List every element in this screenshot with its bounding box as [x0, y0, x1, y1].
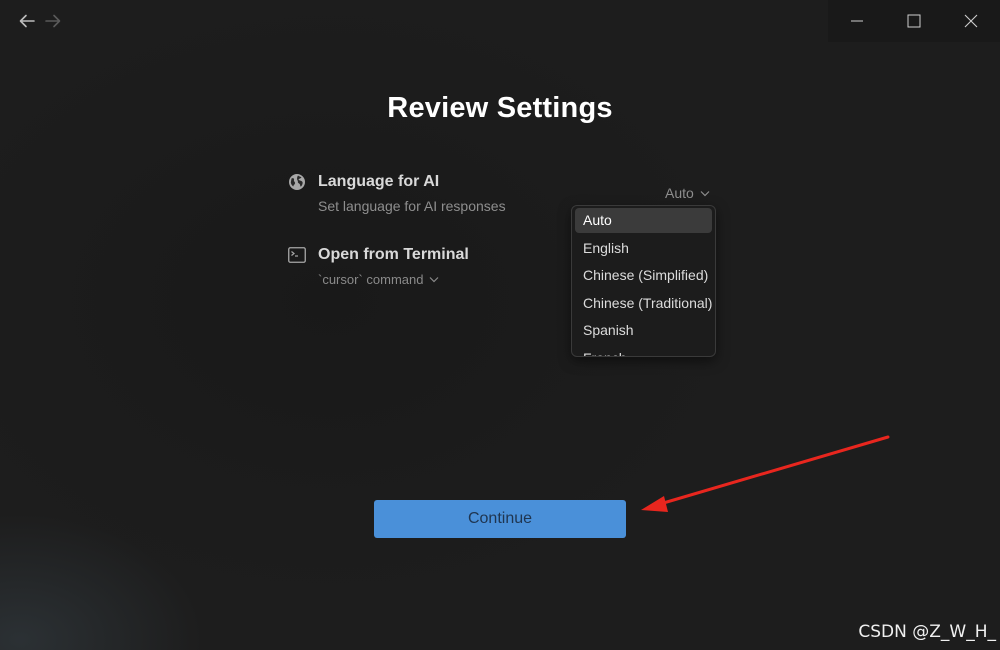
- close-icon: [964, 14, 977, 28]
- terminal-command-select[interactable]: `cursor` command: [318, 272, 469, 287]
- terminal-command-label: `cursor` command: [318, 272, 424, 287]
- setting-language-text: Language for AI Set language for AI resp…: [318, 172, 506, 214]
- language-dropdown: Auto English Chinese (Simplified) Chines…: [571, 205, 716, 357]
- maximize-icon: [907, 14, 920, 28]
- minimize-button[interactable]: [828, 0, 885, 42]
- globe-icon: [287, 172, 307, 192]
- dropdown-option-auto[interactable]: Auto: [575, 208, 712, 233]
- watermark: CSDN @Z_W_H_: [858, 622, 996, 642]
- navigation-controls: [18, 11, 62, 31]
- dropdown-option-english[interactable]: English: [575, 236, 712, 261]
- setting-language-title: Language for AI: [318, 173, 440, 190]
- language-select-value: Auto: [665, 185, 694, 201]
- close-button[interactable]: [942, 0, 999, 42]
- app-window: Review Settings Language for AI Set lang…: [0, 0, 1000, 650]
- back-button[interactable]: [18, 11, 36, 31]
- dropdown-option-chinese-simplified[interactable]: Chinese (Simplified): [575, 263, 712, 288]
- dropdown-option-french[interactable]: French: [575, 346, 712, 357]
- setting-terminal-title: Open from Terminal: [318, 246, 469, 263]
- arrow-left-icon: [19, 14, 35, 28]
- maximize-button[interactable]: [885, 0, 942, 42]
- setting-language: Language for AI Set language for AI resp…: [287, 172, 506, 214]
- dropdown-option-spanish[interactable]: Spanish: [575, 318, 712, 343]
- arrow-right-icon: [45, 14, 61, 28]
- setting-terminal-text: Open from Terminal `cursor` command: [318, 245, 469, 287]
- window-controls: [828, 0, 1000, 42]
- minimize-icon: [850, 20, 863, 22]
- setting-terminal: Open from Terminal `cursor` command: [287, 245, 469, 287]
- chevron-down-icon: [430, 277, 439, 283]
- continue-button[interactable]: Continue: [374, 500, 626, 538]
- dropdown-option-chinese-traditional[interactable]: Chinese (Traditional): [575, 291, 712, 316]
- forward-button[interactable]: [44, 11, 62, 31]
- terminal-icon: [287, 245, 307, 265]
- language-select[interactable]: Auto: [665, 185, 710, 201]
- chevron-down-icon: [700, 190, 710, 196]
- setting-language-description: Set language for AI responses: [318, 198, 506, 214]
- page-title: Review Settings: [387, 92, 613, 124]
